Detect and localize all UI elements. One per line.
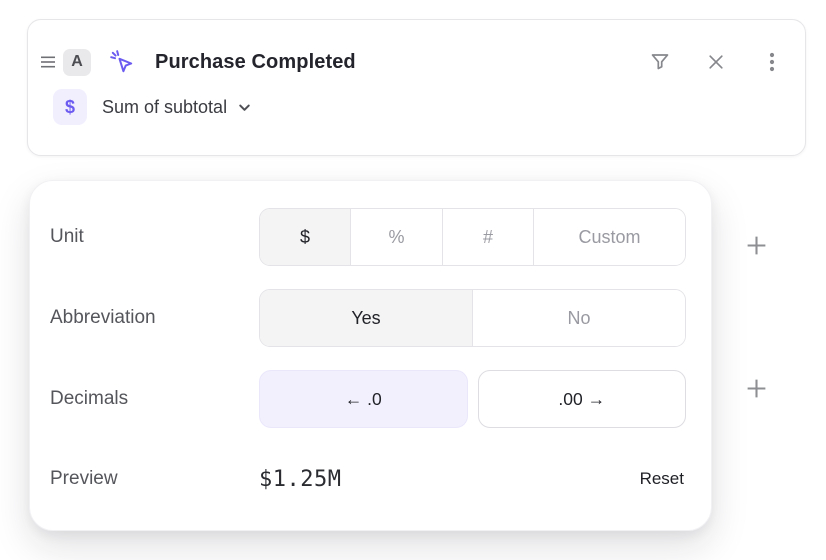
abbreviation-segmented-control: Yes No [259, 289, 686, 347]
reset-button[interactable]: Reset [638, 465, 686, 493]
plus-icon [745, 234, 768, 257]
metric-label: Sum of subtotal [102, 97, 227, 118]
more-options-button[interactable] [757, 47, 787, 77]
unit-option-number[interactable]: # [442, 209, 533, 265]
preview-row: Preview $1.25M Reset [50, 451, 686, 507]
preview-label: Preview [50, 468, 259, 490]
decimals-label: Decimals [50, 388, 259, 410]
click-event-icon [107, 47, 137, 77]
unit-segmented-control: $ % # Custom [259, 208, 686, 266]
unit-option-percent[interactable]: % [350, 209, 442, 265]
drag-handle-icon [40, 55, 56, 69]
close-button[interactable] [701, 47, 731, 77]
add-event-button[interactable] [742, 374, 771, 403]
add-filter-button[interactable] [742, 231, 771, 260]
abbreviation-option-no[interactable]: No [472, 290, 685, 346]
unit-option-custom[interactable]: Custom [533, 209, 685, 265]
event-index-badge: A [63, 49, 91, 76]
filter-funnel-icon [648, 50, 672, 74]
event-title[interactable]: Purchase Completed [155, 51, 356, 74]
chevron-down-icon [236, 99, 253, 116]
drag-handle[interactable] [35, 50, 61, 74]
event-card: A Purchase Completed [27, 19, 806, 156]
close-icon [705, 51, 727, 73]
unit-option-dollar[interactable]: $ [260, 209, 350, 265]
event-card-header: A Purchase Completed [35, 40, 787, 84]
currency-badge: $ [53, 89, 87, 125]
plus-icon [745, 377, 768, 400]
abbreviation-option-yes[interactable]: Yes [260, 290, 472, 346]
format-popover: Unit $ % # Custom Abbreviation Yes No De… [29, 180, 712, 531]
preview-content: $1.25M Reset [259, 465, 686, 493]
preview-value: $1.25M [259, 467, 341, 492]
decimals-controls: ← .0 .00 → [259, 370, 686, 428]
unit-label: Unit [50, 226, 259, 248]
metric-selector[interactable]: $ Sum of subtotal [35, 88, 787, 126]
decimals-row: Decimals ← .0 .00 → [50, 370, 686, 428]
unit-row: Unit $ % # Custom [50, 208, 686, 266]
abbreviation-row: Abbreviation Yes No [50, 289, 686, 347]
decimals-increase-button[interactable]: .00 → [478, 370, 687, 428]
decimals-decrease-button[interactable]: ← .0 [259, 370, 468, 428]
filter-button[interactable] [645, 47, 675, 77]
abbreviation-label: Abbreviation [50, 307, 259, 329]
kebab-menu-icon [761, 50, 783, 74]
